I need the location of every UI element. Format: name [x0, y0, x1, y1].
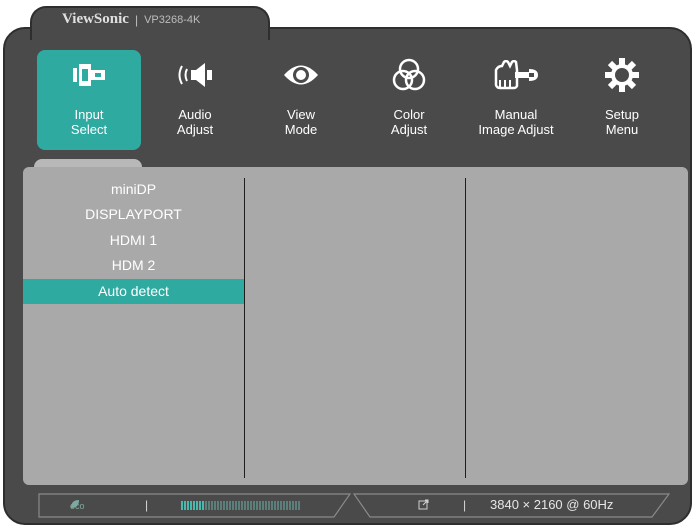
input-option-displayport[interactable]: DISPLAYPORT [23, 202, 244, 227]
eco-mode-icon: eco [70, 499, 85, 513]
input-option-auto-detect[interactable]: Auto detect [23, 279, 244, 304]
model-name: VP3268-4K [144, 13, 201, 26]
eye-icon [249, 58, 353, 92]
brand-separator: | [134, 12, 139, 27]
menu-label: View Mode [284, 107, 318, 137]
column-divider [465, 178, 466, 478]
brand-header: ViewSonic | VP3268-4K [62, 11, 200, 28]
menu-audio-adjust[interactable]: Audio Adjust [143, 50, 247, 150]
brand-logo: ViewSonic [62, 11, 129, 27]
menu-label: Input Select [70, 107, 108, 137]
color-circles-icon [357, 58, 461, 92]
status-bar: eco | | 3840 × 2160 @ 60Hz [38, 493, 670, 518]
menu-label: Audio Adjust [176, 107, 214, 137]
input-option-hdmi2[interactable]: HDM 2 [23, 253, 244, 278]
menu-input-select[interactable]: Input Select [37, 50, 141, 150]
brightness-level-bar [181, 501, 300, 510]
gear-icon [570, 58, 674, 92]
menu-label: Manual Image Adjust [478, 107, 554, 137]
menu-color-adjust[interactable]: Color Adjust [357, 50, 461, 150]
menu-label: Color Adjust [390, 107, 428, 137]
speaker-icon [143, 58, 247, 92]
menu-setup-menu[interactable]: Setup Menu [570, 50, 674, 150]
input-option-minidp[interactable]: miniDP [23, 177, 244, 202]
hand-wrench-icon [464, 58, 568, 92]
menu-manual-image-adjust[interactable]: Manual Image Adjust [464, 50, 568, 150]
resolution-readout: 3840 × 2160 @ 60Hz [490, 497, 614, 512]
status-separator: | [145, 498, 149, 512]
menu-view-mode[interactable]: View Mode [249, 50, 353, 150]
status-separator-2: | [463, 498, 467, 512]
input-option-hdmi1[interactable]: HDMI 1 [23, 228, 244, 253]
menu-label: Setup Menu [605, 107, 639, 137]
input-select-icon [37, 58, 141, 92]
column-divider [244, 178, 245, 478]
